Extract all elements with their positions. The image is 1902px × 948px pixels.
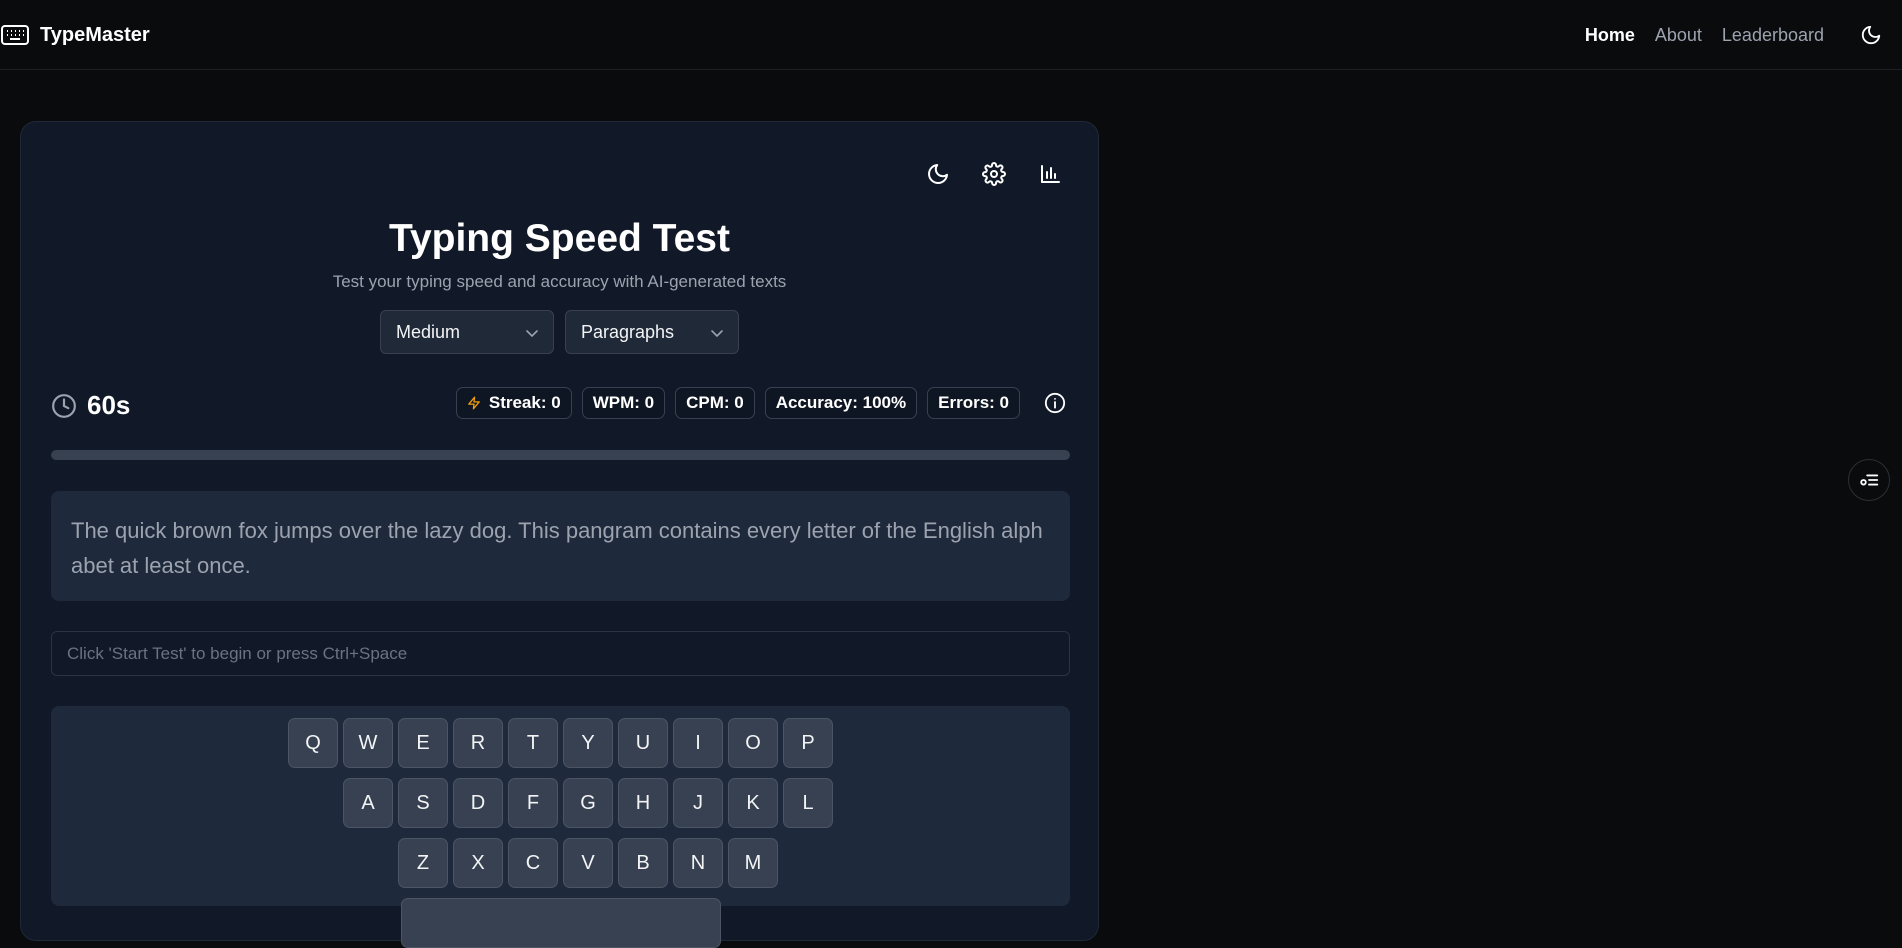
key-v[interactable]: V [563,838,613,888]
stats-bar: Streak: 0 WPM: 0 CPM: 0 Accuracy: 100% E… [455,387,1066,419]
key-r[interactable]: R [453,718,503,768]
key-h[interactable]: H [618,778,668,828]
key-d[interactable]: D [453,778,503,828]
nav-link-home[interactable]: Home [1585,25,1635,46]
cpm-value: CPM: 0 [686,393,744,412]
key-y[interactable]: Y [563,718,613,768]
wpm-badge: WPM: 0 [581,387,666,419]
keyboard-row: ASDFGHJKL [343,778,833,828]
progress-bar [51,450,1070,460]
keyboard-row: QWERTYUIOP [288,718,833,768]
card-toolbar [926,162,1062,186]
accuracy-value: Accuracy: 100% [775,393,907,412]
key-m[interactable]: M [728,838,778,888]
clock-icon [51,393,77,419]
key-b[interactable]: B [618,838,668,888]
moon-icon[interactable] [1860,24,1882,46]
errors-value: Errors: 0 [938,393,1009,412]
errors-badge: Errors: 0 [927,387,1020,419]
key-s[interactable]: S [398,778,448,828]
info-icon[interactable] [1044,392,1066,414]
lightning-icon [467,395,481,411]
timer: 60s [51,390,130,421]
key-u[interactable]: U [618,718,668,768]
typing-test-card: Typing Speed Test Test your typing speed… [20,121,1099,948]
mode-select-value: Paragraphs [581,321,675,342]
key-p[interactable]: P [783,718,833,768]
key-j[interactable]: J [673,778,723,828]
chevron-down-icon [710,326,724,340]
nav-link-leaderboard[interactable]: Leaderboard [1722,25,1824,46]
brand-name: TypeMaster [40,23,150,46]
page-title: Typing Speed Test [389,217,730,260]
key-space[interactable] [401,898,721,948]
keyboard-row: ZXCVBNM [398,838,778,888]
brand[interactable]: TypeMaster [0,22,150,48]
streak-badge: Streak: 0 [455,387,572,419]
main-nav: Home About Leaderboard [1565,24,1882,46]
difficulty-select[interactable]: Medium [380,310,554,354]
key-c[interactable]: C [508,838,558,888]
key-f[interactable]: F [508,778,558,828]
key-w[interactable]: W [343,718,393,768]
key-l[interactable]: L [783,778,833,828]
top-navbar: TypeMaster Home About Leaderboard [0,0,1902,70]
list-settings-icon [1858,469,1880,491]
virtual-keyboard: QWERTYUIOPASDFGHJKLZXCVBNM [51,706,1070,948]
key-a[interactable]: A [343,778,393,828]
key-g[interactable]: G [563,778,613,828]
key-k[interactable]: K [728,778,778,828]
key-t[interactable]: T [508,718,558,768]
gear-icon[interactable] [982,162,1006,186]
chevron-down-icon [525,326,539,340]
key-n[interactable]: N [673,838,723,888]
keyboard-icon [0,22,30,48]
typing-input[interactable] [51,631,1070,676]
timer-value: 60s [87,390,131,420]
accuracy-badge: Accuracy: 100% [764,387,918,419]
nav-link-about[interactable]: About [1655,25,1702,46]
key-o[interactable]: O [728,718,778,768]
difficulty-select-value: Medium [396,321,461,342]
floating-settings-button[interactable] [1848,459,1890,501]
page-subtitle: Test your typing speed and accuracy with… [332,272,787,291]
cpm-badge: CPM: 0 [675,387,755,419]
mode-select[interactable]: Paragraphs [565,310,739,354]
wpm-value: WPM: 0 [592,393,655,412]
key-e[interactable]: E [398,718,448,768]
key-z[interactable]: Z [398,838,448,888]
key-x[interactable]: X [453,838,503,888]
key-q[interactable]: Q [288,718,338,768]
streak-value: Streak: 0 [488,393,561,412]
passage-text: The quick brown fox jumps over the lazy … [51,491,1070,601]
moon-icon[interactable] [926,162,950,186]
key-i[interactable]: I [673,718,723,768]
bar-chart-icon[interactable] [1038,162,1062,186]
